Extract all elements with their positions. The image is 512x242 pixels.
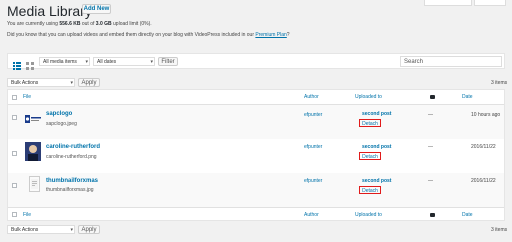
help-tab[interactable] bbox=[474, 0, 506, 6]
thumbnailforxmas-thumbnail[interactable] bbox=[29, 176, 40, 192]
file-name: thumbnailforxmas.jpg bbox=[46, 187, 94, 193]
dates-select[interactable]: All dates ▾ bbox=[93, 57, 155, 66]
column-file[interactable]: File bbox=[23, 94, 31, 100]
row-checkbox[interactable] bbox=[12, 151, 17, 156]
page-title: Media Library bbox=[7, 3, 92, 19]
column-author: Author bbox=[304, 94, 319, 100]
comment-bubble-icon[interactable] bbox=[430, 213, 435, 217]
detach-link[interactable]: Detach bbox=[359, 119, 381, 127]
sapclogo-thumbnail[interactable] bbox=[25, 111, 41, 123]
row-checkbox[interactable] bbox=[12, 183, 17, 188]
detach-link[interactable]: Detach bbox=[359, 152, 381, 160]
list-view-icon[interactable] bbox=[13, 57, 21, 70]
row-checkbox[interactable] bbox=[12, 115, 17, 120]
media-type-select[interactable]: All media items ▾ bbox=[39, 57, 90, 66]
column-uploaded-to[interactable]: Uploaded to bbox=[355, 94, 382, 100]
file-title-link[interactable]: caroline-rutherford bbox=[46, 144, 100, 150]
file-title-link[interactable]: sapclogo bbox=[46, 111, 72, 117]
caroline-rutherford-thumbnail[interactable] bbox=[25, 142, 41, 161]
column-author-footer: Author bbox=[304, 212, 319, 218]
select-all-checkbox-bottom[interactable] bbox=[12, 212, 17, 217]
column-date[interactable]: Date bbox=[462, 94, 473, 100]
file-name: caroline-rutherford.png bbox=[46, 154, 97, 160]
date-value: 2016/11/22 bbox=[471, 144, 496, 150]
date-value: 2016/11/22 bbox=[471, 178, 496, 184]
premium-plan-link[interactable]: Premium Plan bbox=[255, 32, 286, 38]
chevron-down-icon: ▾ bbox=[70, 227, 73, 233]
comments-count: — bbox=[428, 144, 433, 150]
chevron-down-icon: ▾ bbox=[70, 80, 73, 86]
column-date-footer[interactable]: Date bbox=[462, 212, 473, 218]
table-header: File Author Uploaded to Date bbox=[8, 90, 504, 105]
select-all-checkbox[interactable] bbox=[12, 95, 17, 100]
uploaded-to-link[interactable]: second post bbox=[362, 178, 391, 184]
comment-bubble-icon[interactable] bbox=[430, 95, 435, 99]
storage-usage-text: You are currently using 556.6 KB out of … bbox=[7, 21, 152, 27]
videopress-promo-text: Did you know that you can upload videos … bbox=[7, 32, 290, 38]
table-footer: File Author Uploaded to Date bbox=[8, 207, 504, 222]
date-value: 10 hours ago bbox=[471, 112, 501, 118]
items-count-bottom: 3 items bbox=[491, 227, 508, 233]
file-name: sapclogo.jpeg bbox=[46, 121, 77, 127]
comments-count: — bbox=[428, 112, 433, 118]
grid-view-icon[interactable] bbox=[26, 57, 34, 70]
apply-button-top[interactable]: Apply bbox=[78, 78, 100, 87]
media-table: File Author Uploaded to Date sapclogo sa… bbox=[7, 89, 505, 221]
chevron-down-icon: ▾ bbox=[85, 59, 88, 65]
chevron-down-icon: ▾ bbox=[150, 59, 153, 65]
bulk-actions-select-bottom[interactable]: Bulk Actions ▾ bbox=[7, 225, 75, 234]
column-uploaded-to-footer[interactable]: Uploaded to bbox=[355, 212, 382, 218]
author-link[interactable]: efpunter bbox=[304, 178, 322, 184]
table-row: thumbnailforxmas thumbnailforxmas.jpg ef… bbox=[8, 173, 504, 207]
media-toolbar: All media items ▾ All dates ▾ Filter Searc… bbox=[7, 53, 505, 70]
screen-options-tab[interactable] bbox=[424, 0, 472, 6]
author-link[interactable]: efpunter bbox=[304, 112, 322, 118]
file-title-link[interactable]: thumbnailforxmas bbox=[46, 178, 98, 184]
uploaded-to-link[interactable]: second post bbox=[362, 111, 391, 117]
apply-button-bottom[interactable]: Apply bbox=[78, 225, 100, 234]
column-file-footer[interactable]: File bbox=[23, 212, 31, 218]
table-row: sapclogo sapclogo.jpeg efpunter second p… bbox=[8, 105, 504, 139]
bulk-actions-select-top[interactable]: Bulk Actions ▾ bbox=[7, 78, 75, 87]
comments-count: — bbox=[428, 178, 433, 184]
detach-link[interactable]: Detach bbox=[359, 186, 381, 194]
filter-button[interactable]: Filter bbox=[158, 57, 178, 66]
items-count-top: 3 items bbox=[491, 80, 508, 86]
add-new-button[interactable]: Add New bbox=[82, 4, 111, 14]
author-link[interactable]: efpunter bbox=[304, 144, 322, 150]
uploaded-to-link[interactable]: second post bbox=[362, 144, 391, 150]
search-input[interactable]: Search bbox=[400, 56, 502, 67]
table-row: caroline-rutherford caroline-rutherford.… bbox=[8, 139, 504, 173]
